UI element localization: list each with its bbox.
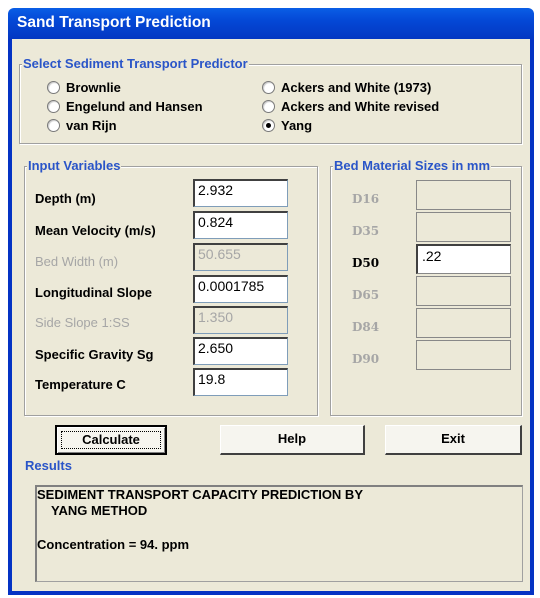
results-line-2: YANG METHOD [51,503,148,518]
d16-field [416,180,511,210]
depth-label: Depth (m) [35,191,96,206]
help-button-label: Help [277,431,307,446]
temperature-field[interactable]: 19.8 [193,368,288,396]
results-line-1: SEDIMENT TRANSPORT CAPACITY PREDICTION B… [37,487,363,502]
side-slope-field: 1.350 [193,306,288,334]
radio-ackers-white-1973-dot[interactable] [262,81,275,94]
d35-label: D35 [352,224,380,238]
temperature-label: Temperature C [35,377,126,392]
radio-ackers-white-revised-dot[interactable] [262,100,275,113]
d90-field [416,340,511,370]
bed-width-label: Bed Width (m) [35,254,119,269]
d50-field[interactable]: .22 [416,244,511,274]
radio-yang-dot[interactable] [262,119,275,132]
calculate-button[interactable]: Calculate [55,425,167,455]
window-title: Sand Transport Prediction [17,14,211,31]
specific-gravity-field[interactable]: 2.650 [193,337,288,365]
radio-brownlie-label: Brownlie [66,80,121,95]
d90-label: D90 [352,352,380,366]
title-bar[interactable]: Sand Transport Prediction [8,8,534,39]
d84-field [416,308,511,338]
d35-field [416,212,511,242]
exit-button[interactable]: Exit [385,425,522,455]
specific-gravity-label: Specific Gravity Sg [35,347,154,362]
side-slope-label: Side Slope 1:SS [35,315,130,330]
results-legend: Results [24,458,73,473]
depth-field[interactable]: 2.932 [193,179,288,207]
radio-yang-label: Yang [281,118,313,133]
results-concentration: Concentration = 94. ppm [37,537,190,552]
predictor-legend: Select Sediment Transport Predictor [22,56,249,71]
radio-engelund-hansen-label: Engelund and Hansen [66,99,203,114]
help-button[interactable]: Help [220,425,365,455]
radio-van-rijn-label: van Rijn [66,118,117,133]
longitudinal-slope-field[interactable]: 0.0001785 [193,275,288,303]
radio-brownlie-dot[interactable] [47,81,60,94]
radio-van-rijn-dot[interactable] [47,119,60,132]
longitudinal-slope-label: Longitudinal Slope [35,285,152,300]
calculate-focus-ring [61,431,161,449]
radio-ackers-white-1973-label: Ackers and White (1973) [281,80,432,95]
d84-label: D84 [352,320,380,334]
mean-velocity-label: Mean Velocity (m/s) [35,223,156,238]
app-window: Sand Transport Prediction Select Sedimen… [0,0,540,598]
d16-label: D16 [352,192,380,206]
radio-ackers-white-revised-label: Ackers and White revised [281,99,440,114]
radio-engelund-hansen-dot[interactable] [47,100,60,113]
input-variables-legend: Input Variables [27,158,122,173]
bed-width-field: 50.655 [193,243,288,271]
d65-field [416,276,511,306]
exit-button-label: Exit [441,431,465,446]
d65-label: D65 [352,288,380,302]
bed-material-legend: Bed Material Sizes in mm [333,158,492,173]
mean-velocity-field[interactable]: 0.824 [193,211,288,239]
d50-label: D50 [352,256,380,270]
